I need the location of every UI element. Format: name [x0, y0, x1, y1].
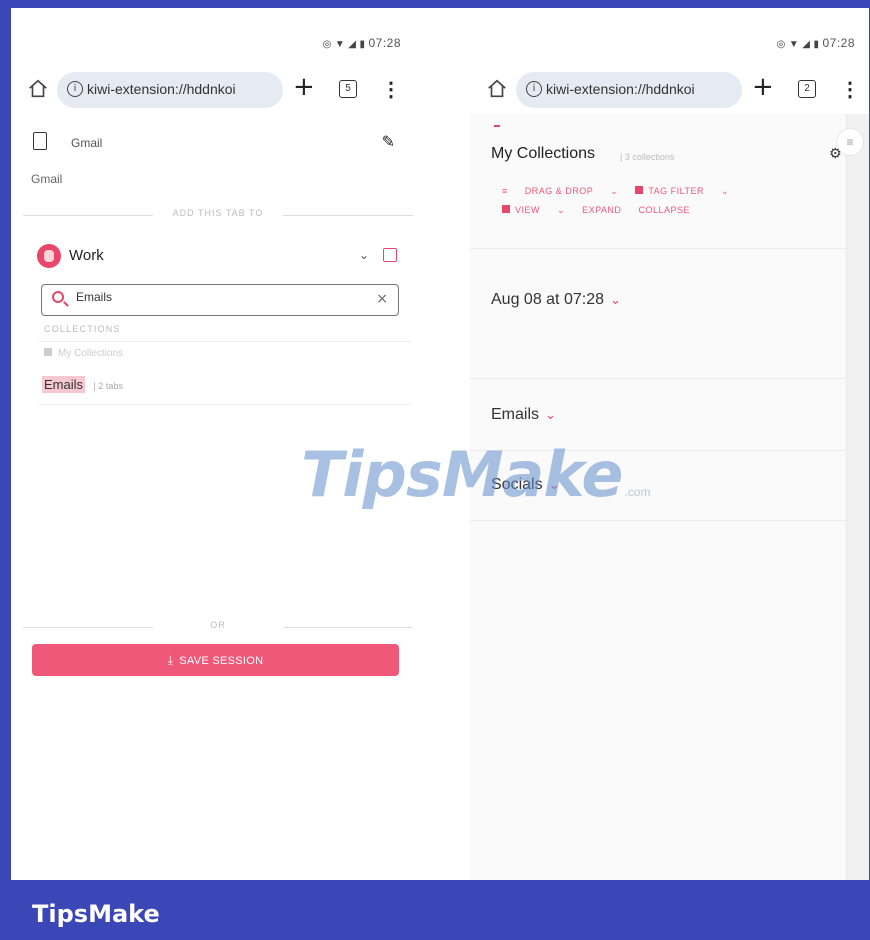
address-text: kiwi-extension://hddnkoi — [546, 81, 695, 97]
tag-icon — [635, 186, 644, 194]
collection-row-disabled-label: My Collections — [58, 348, 124, 359]
add-this-tab-label: ADD THIS TAB TO — [172, 208, 264, 218]
info-icon[interactable]: i — [67, 81, 83, 97]
wifi-icon: ▼ — [334, 39, 346, 50]
chevron-down-icon[interactable]: ⌄ — [610, 293, 621, 308]
open-external-icon[interactable] — [383, 248, 397, 262]
collection-result-meta: | 2 tabs — [93, 381, 123, 391]
address-text: kiwi-extension://hddnkoi — [87, 81, 236, 97]
drag-drop-label: DRAG & DROP — [524, 186, 594, 196]
footer-brand: TipsMake — [32, 900, 160, 928]
divider — [39, 404, 411, 405]
view-button[interactable]: VIEW ⌄ — [502, 205, 565, 215]
lock-icon — [44, 348, 52, 356]
browser-toolbar: i kiwi-extension://hddnkoi + 2 ⋮ — [470, 66, 869, 114]
tag-filter-label: TAG FILTER — [648, 186, 705, 196]
signal-icon: ◢ — [348, 39, 357, 50]
tab-switcher-button[interactable]: 5 — [339, 80, 357, 98]
collections-panel — [470, 114, 846, 880]
divider — [470, 378, 846, 379]
status-time: 07:28 — [822, 36, 855, 50]
search-input[interactable] — [76, 290, 356, 304]
collection-row-disabled: My Collections — [44, 348, 123, 359]
divider — [470, 520, 846, 521]
save-session-button[interactable]: ⤓ SAVE SESSION — [32, 644, 399, 676]
workspace-selector[interactable]: Work ⌄ — [37, 244, 397, 272]
workspace-name: Work — [69, 247, 104, 264]
address-bar[interactable]: i kiwi-extension://hddnkoi — [516, 72, 742, 108]
divider — [470, 450, 846, 451]
or-label: OR — [210, 620, 226, 630]
screenshot-frame: ◎ ▼ ◢ ▮ 07:28 i kiwi-extension://hddnkoi + 5… — [11, 8, 869, 880]
eye-icon: ◎ — [322, 39, 332, 50]
collection-result-name: Emails — [42, 376, 86, 393]
chevron-down-icon[interactable]: ⌄ — [549, 478, 560, 493]
address-bar[interactable]: i kiwi-extension://hddnkoi — [57, 72, 283, 108]
collection-title: Emails — [491, 406, 540, 423]
collapse-button[interactable]: COLLAPSE — [638, 205, 690, 215]
collection-emails[interactable]: Emails ⌄ — [491, 406, 556, 424]
add-this-tab-divider: ADD THIS TAB TO — [23, 208, 413, 222]
gear-icon[interactable]: ⚙ — [829, 146, 842, 162]
collection-search[interactable]: × — [41, 284, 399, 316]
collection-count: | 3 collections — [620, 152, 675, 162]
collections-header: COLLECTIONS — [44, 324, 121, 334]
status-bar: ◎ ▼ ◢ ▮ 07:28 — [777, 36, 855, 50]
status-time: 07:28 — [368, 36, 401, 50]
screen-gap — [415, 8, 470, 880]
overflow-menu-icon[interactable]: ⋮ — [840, 77, 860, 102]
side-panel-edge — [846, 114, 869, 880]
tab-title: Gmail — [71, 136, 103, 150]
clear-icon[interactable]: × — [376, 291, 388, 307]
save-session-label: SAVE SESSION — [179, 655, 264, 667]
home-icon[interactable] — [27, 78, 49, 100]
drag-icon: ≡ — [502, 186, 511, 196]
signal-icon: ◢ — [802, 39, 811, 50]
overflow-menu-icon[interactable]: ⋮ — [381, 77, 401, 102]
collection-socials[interactable]: Socials ⌄ — [491, 476, 559, 494]
view-label: VIEW — [515, 205, 541, 215]
battery-icon: ▮ — [359, 39, 366, 50]
new-tab-button[interactable]: + — [752, 72, 774, 102]
browser-toolbar: i kiwi-extension://hddnkoi + 5 ⋮ — [11, 66, 415, 114]
divider — [39, 341, 411, 342]
session-group-title: Aug 08 at 07:28 — [491, 291, 604, 308]
collections-toolbar: ≡ DRAG & DROP ⌄ TAG FILTER ⌄ VIEW ⌄ EXPA… — [502, 186, 743, 224]
collection-title: Socials — [491, 476, 543, 493]
page-title: My Collections — [491, 145, 596, 162]
tab-url: Gmail — [31, 172, 63, 186]
accent-mark — [494, 125, 500, 127]
new-tab-button[interactable]: + — [293, 72, 315, 102]
right-phone-screen: ◎ ▼ ◢ ▮ 07:28 i kiwi-extension://hddnkoi + 2… — [470, 8, 869, 880]
battery-icon: ▮ — [813, 39, 820, 50]
wifi-icon: ▼ — [788, 39, 800, 50]
session-group-header[interactable]: Aug 08 at 07:28 ⌄ — [491, 291, 621, 309]
footer-bar: TipsMake — [0, 880, 870, 940]
drag-drop-button[interactable]: ≡ DRAG & DROP ⌄ — [502, 186, 618, 196]
divider — [470, 248, 846, 249]
status-bar: ◎ ▼ ◢ ▮ 07:28 — [323, 36, 401, 50]
workspace-avatar — [37, 244, 61, 268]
chevron-down-icon[interactable]: ⌄ — [359, 248, 369, 262]
search-icon — [52, 291, 64, 303]
info-icon[interactable]: i — [526, 81, 542, 97]
chevron-down-icon[interactable]: ⌄ — [545, 408, 556, 423]
collection-result-emails[interactable]: Emails | 2 tabs — [42, 376, 123, 396]
document-icon — [33, 132, 47, 150]
download-icon: ⤓ — [167, 653, 174, 667]
tab-switcher-button[interactable]: 2 — [798, 80, 816, 98]
edit-pencil-icon[interactable]: ✎ — [382, 132, 395, 152]
expand-button[interactable]: EXPAND — [582, 205, 621, 215]
grid-icon — [502, 205, 510, 213]
eye-icon: ◎ — [776, 39, 786, 50]
home-icon[interactable] — [486, 78, 508, 100]
left-phone-screen: ◎ ▼ ◢ ▮ 07:28 i kiwi-extension://hddnkoi + 5… — [11, 8, 415, 880]
tag-filter-button[interactable]: TAG FILTER ⌄ — [635, 186, 729, 196]
or-divider: OR — [23, 620, 413, 634]
